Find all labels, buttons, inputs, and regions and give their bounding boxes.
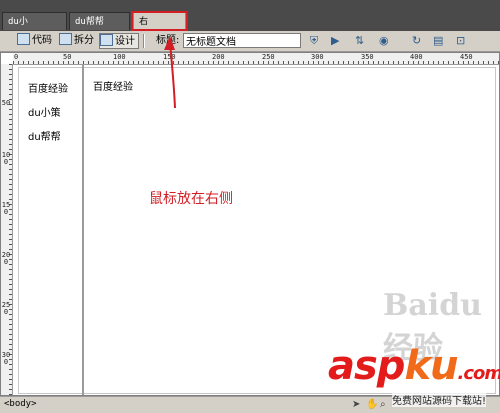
ruler-label: 350: [361, 53, 374, 61]
select-tool-icon[interactable]: ➤: [352, 399, 360, 410]
ruler-label: 200: [212, 53, 225, 61]
title-input[interactable]: [183, 33, 301, 48]
ruler-label: 400: [410, 53, 423, 61]
design-view-button[interactable]: 设计: [99, 33, 139, 49]
ruler-label: 50: [63, 53, 72, 61]
validate-markup-icon[interactable]: ▶: [331, 34, 339, 48]
frame-divider[interactable]: [82, 64, 84, 395]
design-view-label: 设计: [115, 36, 135, 47]
visual-aids-icon[interactable]: ⊡: [456, 34, 465, 48]
aspku-logo-com: .com: [457, 363, 500, 384]
split-view-button[interactable]: 拆分: [59, 33, 94, 49]
code-view-button[interactable]: 代码: [17, 33, 52, 49]
title-label: 标题:: [156, 35, 180, 46]
view-options-icon[interactable]: ▤: [433, 34, 443, 48]
ruler-label: 50: [1, 99, 11, 107]
tab-du-xiaoce[interactable]: du小策.html: [2, 12, 67, 45]
aspku-logo: aspku.com: [328, 346, 500, 394]
aspku-logo-ku: ku: [404, 343, 458, 389]
vertical-ruler: 50 100 150 200 250 300: [1, 64, 13, 395]
split-view-icon: [59, 33, 72, 45]
code-view-label: 代码: [32, 35, 52, 46]
horizontal-ruler: 0 50 100 150 200 250 300 350 400 450: [13, 53, 499, 65]
check-browser-icon[interactable]: ⛨: [310, 34, 318, 48]
split-view-label: 拆分: [74, 35, 94, 46]
left-frame-link-baidu[interactable]: 百度经验: [28, 80, 68, 95]
aspku-tagline: 免费网站源码下载站!: [392, 392, 487, 407]
annotation-text: 鼠标放在右侧: [149, 191, 233, 207]
preview-browser-icon[interactable]: ◉: [379, 34, 389, 48]
tab-du-bangbang[interactable]: du帮帮 html: [69, 12, 130, 45]
document-tab-bar: du小策.html du帮帮 html 右侧.html: [0, 0, 500, 45]
ruler-label: 100: [1, 151, 11, 166]
ruler-label: 250: [1, 301, 11, 316]
ruler-label: 250: [262, 53, 275, 61]
ruler-label: 0: [14, 53, 19, 61]
ruler-label: 300: [311, 53, 324, 61]
left-frame-link-du-bangbang[interactable]: du帮帮: [28, 128, 61, 143]
ruler-label: 200: [1, 251, 11, 266]
zoom-tool-icon[interactable]: ⌕: [380, 399, 386, 410]
file-management-icon[interactable]: ⇅: [355, 34, 364, 48]
tab-right-side[interactable]: 右侧.html: [133, 12, 186, 45]
code-view-icon: [17, 33, 30, 45]
hand-tool-icon[interactable]: ✋: [366, 399, 378, 410]
tag-selector-body[interactable]: <body>: [4, 399, 37, 409]
ruler-label: 100: [113, 53, 126, 61]
ruler-label: 300: [1, 351, 11, 366]
design-view-icon: [100, 34, 113, 46]
right-frame-heading: 百度经验: [93, 82, 133, 93]
ruler-label: 150: [1, 201, 11, 216]
ruler-label: 150: [163, 53, 176, 61]
left-frame-link-du-xiaoce[interactable]: du小策: [28, 104, 61, 119]
aspku-logo-asp: asp: [328, 343, 405, 389]
toolbar-separator: [143, 34, 145, 48]
refresh-icon[interactable]: ↻: [412, 34, 421, 48]
ruler-label: 450: [460, 53, 473, 61]
